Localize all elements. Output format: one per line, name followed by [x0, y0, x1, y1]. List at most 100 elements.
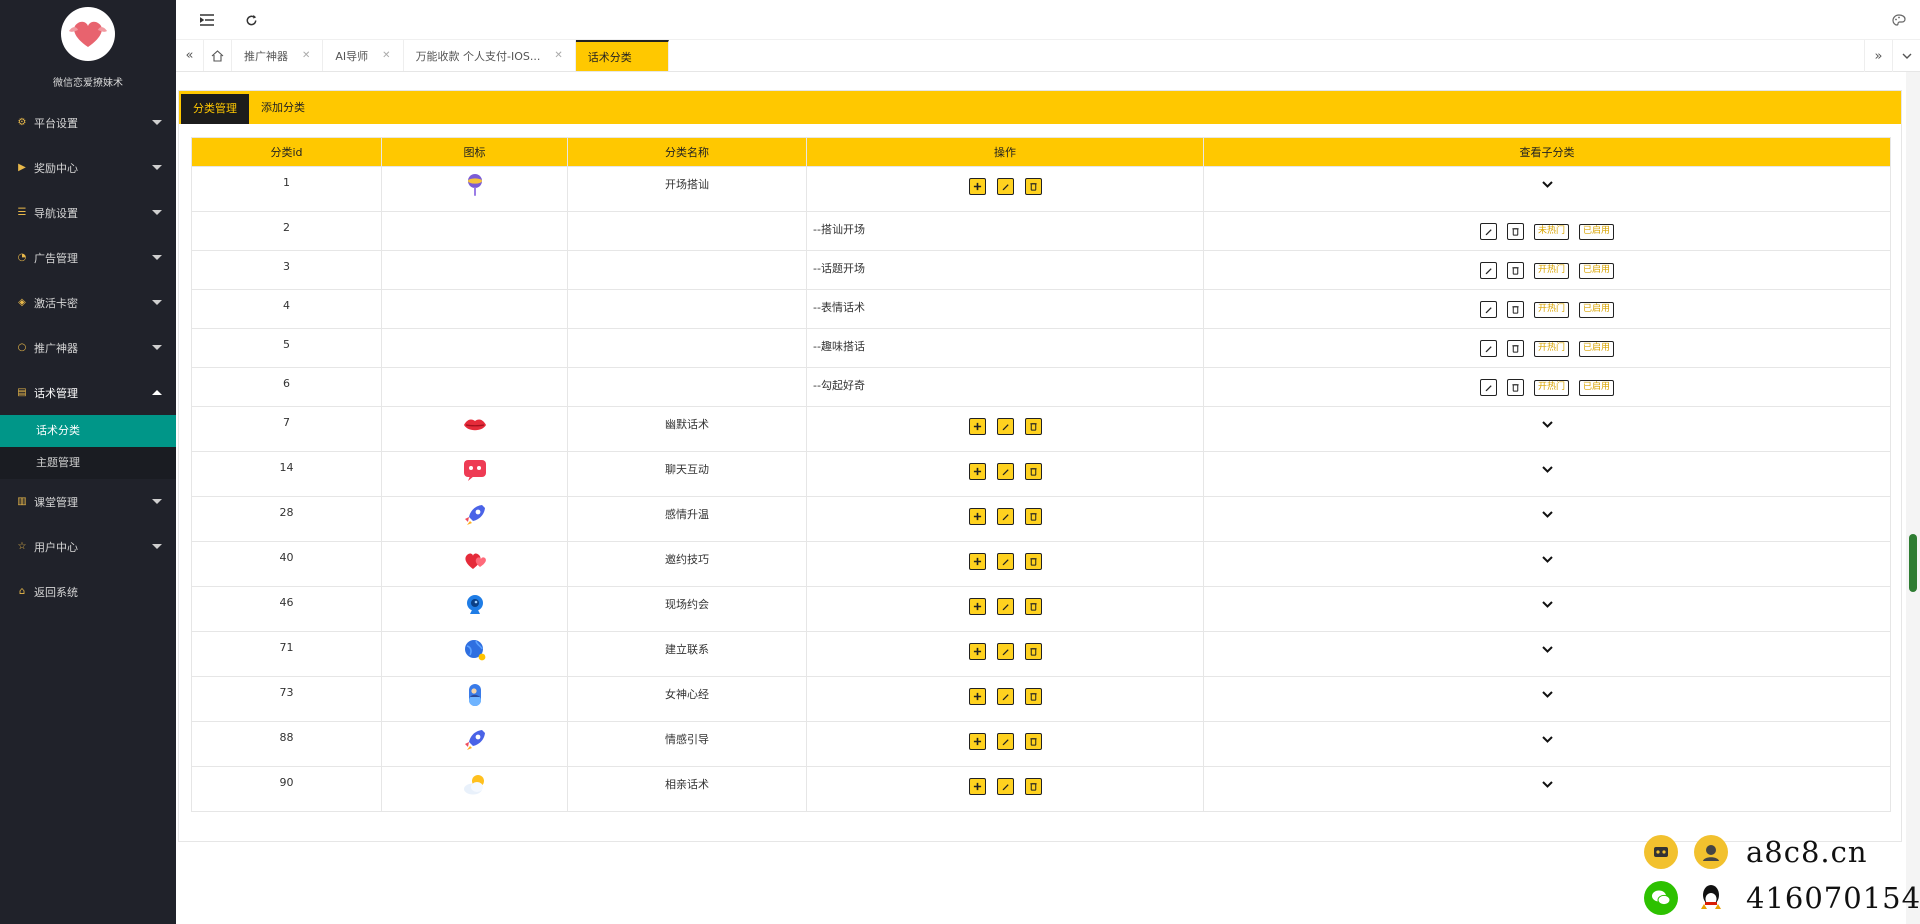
tab-category-management[interactable]: 分类管理	[181, 94, 249, 124]
cell-id: 73	[191, 676, 382, 722]
chevron-down-icon[interactable]	[1541, 598, 1553, 611]
edit-button[interactable]	[996, 733, 1014, 750]
sidebar-item-platform-settings[interactable]: ⚙ 平台设置	[0, 100, 176, 145]
plus-button[interactable]	[968, 553, 986, 570]
page-scrollbar[interactable]	[1906, 72, 1920, 924]
home-tab-icon[interactable]	[204, 40, 232, 71]
status-toggle-button[interactable]: 已启用	[1579, 379, 1615, 396]
edit-icon	[1001, 647, 1010, 656]
status-toggle-button[interactable]: 已启用	[1579, 340, 1615, 357]
sidebar-item-ad-management[interactable]: ◔ 广告管理	[0, 235, 176, 280]
table-row: 46 现场约会	[191, 586, 1891, 632]
sidebar-item-back-system[interactable]: ⌂ 返回系统	[0, 569, 176, 614]
edit-button[interactable]	[996, 778, 1014, 795]
chevron-down-icon[interactable]	[1541, 418, 1553, 431]
column-header: 图标	[381, 137, 568, 167]
theme-icon[interactable]	[1891, 12, 1907, 28]
edit-button[interactable]	[996, 418, 1014, 435]
delete-button[interactable]	[1024, 553, 1042, 570]
status-toggle-button[interactable]: 已启用	[1579, 223, 1615, 240]
chevron-down-icon[interactable]	[1541, 733, 1553, 746]
hot-toggle-button[interactable]: 开热门	[1533, 301, 1569, 318]
edit-button[interactable]	[996, 463, 1014, 480]
sidebar-item-promotion[interactable]: ○ 推广神器	[0, 325, 176, 370]
delete-button[interactable]	[1506, 379, 1524, 396]
tabs-menu-chevron-icon[interactable]	[1892, 40, 1920, 72]
plus-button[interactable]	[968, 643, 986, 660]
sidebar-subitem-theme-management[interactable]: 主题管理	[0, 447, 176, 479]
delete-button[interactable]	[1024, 643, 1042, 660]
tabs-scroll-left-icon[interactable]: «	[176, 40, 204, 71]
delete-button[interactable]	[1024, 508, 1042, 525]
tab-script-category[interactable]: 话术分类	[575, 40, 669, 71]
delete-button[interactable]	[1506, 223, 1524, 240]
chevron-down-icon[interactable]	[1541, 778, 1553, 791]
chevron-down-icon[interactable]	[1541, 463, 1553, 476]
sidebar-item-classroom[interactable]: ▥ 课堂管理	[0, 479, 176, 524]
status-toggle-button[interactable]: 已启用	[1579, 262, 1615, 279]
edit-button[interactable]	[996, 553, 1014, 570]
plus-button[interactable]	[968, 463, 986, 480]
refresh-icon[interactable]	[243, 12, 259, 28]
collapse-menu-icon[interactable]	[199, 12, 215, 28]
tab-ai-mentor[interactable]: AI导师 ✕	[323, 40, 404, 71]
plus-button[interactable]	[968, 778, 986, 795]
status-toggle-button[interactable]: 已启用	[1579, 301, 1615, 318]
sidebar-item-reward-center[interactable]: ▶ 奖励中心	[0, 145, 176, 190]
edit-button[interactable]	[996, 688, 1014, 705]
hot-toggle-button[interactable]: 开热门	[1533, 379, 1569, 396]
delete-button[interactable]	[1506, 262, 1524, 279]
tab-promotion[interactable]: 推广神器 ✕	[232, 40, 324, 71]
sidebar-item-label: 课堂管理	[34, 495, 78, 509]
chevron-down-icon[interactable]	[1541, 688, 1553, 701]
close-icon[interactable]: ✕	[382, 50, 390, 61]
plus-button[interactable]	[968, 688, 986, 705]
plus-button[interactable]	[968, 508, 986, 525]
edit-button[interactable]	[996, 598, 1014, 615]
sidebar-subitem-script-category[interactable]: 话术分类	[0, 415, 176, 447]
delete-button[interactable]	[1024, 733, 1042, 750]
plus-button[interactable]	[968, 733, 986, 750]
hot-toggle-button[interactable]: 开热门	[1533, 340, 1569, 357]
chevron-down-icon[interactable]	[1541, 508, 1553, 521]
delete-button[interactable]	[1024, 178, 1042, 195]
webcam-icon	[462, 592, 488, 618]
sidebar-item-nav-settings[interactable]: ☰ 导航设置	[0, 190, 176, 235]
delete-button[interactable]	[1024, 778, 1042, 795]
edit-button[interactable]	[996, 643, 1014, 660]
delete-button[interactable]	[1024, 598, 1042, 615]
edit-button[interactable]	[1479, 223, 1497, 240]
edit-button[interactable]	[1479, 379, 1497, 396]
edit-button[interactable]	[1479, 301, 1497, 318]
sidebar-item-activation-cards[interactable]: ◈ 激活卡密	[0, 280, 176, 325]
chevron-down-icon[interactable]	[1541, 178, 1553, 191]
delete-button[interactable]	[1506, 340, 1524, 357]
close-icon[interactable]: ✕	[302, 50, 310, 61]
sidebar-item-script-management[interactable]: ▤ 话术管理	[0, 370, 176, 415]
category-name: 幽默话术	[665, 418, 709, 431]
delete-button[interactable]	[1506, 301, 1524, 318]
edit-button[interactable]	[996, 508, 1014, 525]
tab-add-category[interactable]: 添加分类	[249, 91, 317, 124]
column-header: 分类名称	[567, 137, 807, 167]
edit-button[interactable]	[1479, 262, 1497, 279]
plus-button[interactable]	[968, 178, 986, 195]
edit-button[interactable]	[1479, 340, 1497, 357]
hot-toggle-button[interactable]: 开热门	[1533, 262, 1569, 279]
chevron-down-icon[interactable]	[1541, 553, 1553, 566]
delete-button[interactable]	[1024, 418, 1042, 435]
delete-button[interactable]	[1024, 463, 1042, 480]
scrollbar-thumb[interactable]	[1909, 534, 1917, 592]
category-id: 5	[283, 338, 290, 351]
close-icon[interactable]: ✕	[554, 50, 562, 61]
delete-button[interactable]	[1024, 688, 1042, 705]
plus-button[interactable]	[968, 598, 986, 615]
plus-button[interactable]	[968, 418, 986, 435]
hot-toggle-button[interactable]: 未热门	[1533, 223, 1569, 240]
sidebar-item-user-center[interactable]: ☆ 用户中心	[0, 524, 176, 569]
cell-expand	[1203, 676, 1891, 722]
edit-button[interactable]	[996, 178, 1014, 195]
tab-payment[interactable]: 万能收款 个人支付-IOS... ✕	[404, 40, 576, 71]
tabs-scroll-right-icon[interactable]: »	[1864, 40, 1892, 72]
chevron-down-icon[interactable]	[1541, 643, 1553, 656]
